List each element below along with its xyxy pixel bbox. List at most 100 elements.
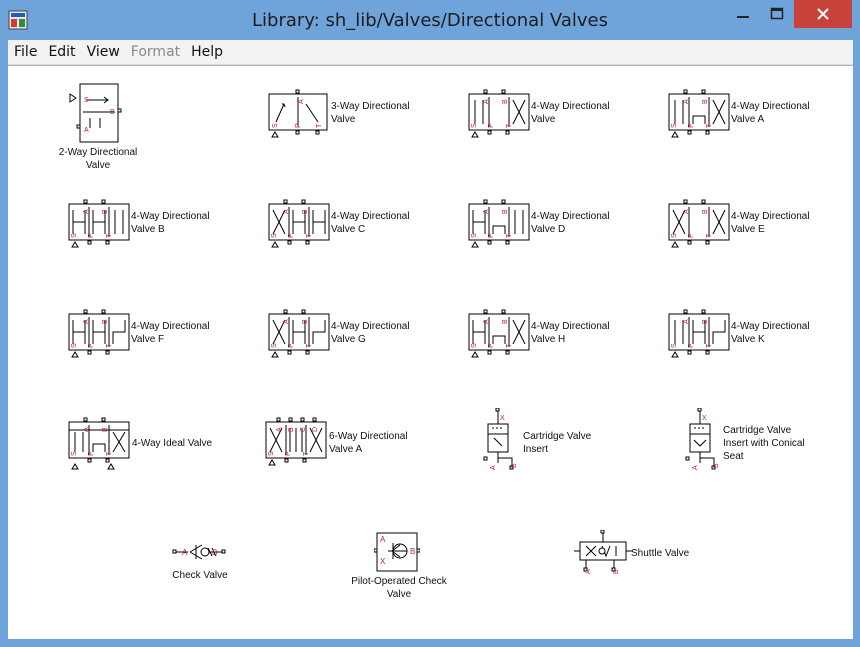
block-6-way-directional-valve-a[interactable]: S A B C D P T — [263, 416, 329, 474]
port-s-label: S — [272, 123, 279, 128]
port-b-label: B — [410, 547, 415, 556]
block-4-way-directional-valve-c[interactable]: S A B P T — [266, 198, 332, 252]
port-t-label: T — [306, 343, 313, 348]
port-b-label: B — [511, 463, 518, 468]
port-x-label: X — [380, 557, 386, 566]
menu-edit[interactable]: Edit — [43, 44, 80, 60]
block-label: Check Valve — [172, 570, 228, 581]
menu-view[interactable]: View — [82, 44, 125, 60]
block-label: Cartridge Valve Insert — [523, 431, 592, 455]
port-a-label: A — [380, 535, 386, 544]
block-label: 4-Way Directional Valve C — [331, 211, 410, 235]
block-cartridge-valve-insert-with-conical-seat[interactable]: X A B — [678, 408, 724, 470]
maximize-button[interactable] — [760, 0, 794, 28]
menu-bar: File Edit View Format Help — [8, 40, 853, 65]
port-b-label: B — [702, 99, 709, 104]
minimize-icon — [737, 16, 749, 18]
port-b-label: B — [702, 319, 709, 324]
library-canvas[interactable]: S A B 2-Way Directional Valve S A P T 3-… — [8, 65, 853, 639]
port-t-label: T — [306, 233, 313, 238]
port-a-label: A — [483, 319, 490, 324]
port-p-label: P — [688, 123, 695, 128]
port-s-label: S — [271, 343, 278, 348]
port-s-label: S — [671, 123, 678, 128]
port-b-label: B — [302, 209, 309, 214]
port-b-label: B — [288, 427, 295, 432]
port-s-label: S — [271, 233, 278, 238]
block-4-way-directional-valve-e[interactable]: S A B P T — [666, 198, 732, 252]
port-b-label: B — [302, 319, 309, 324]
menu-format: Format — [130, 44, 181, 60]
block-4-way-directional-valve[interactable]: S A B P T — [466, 88, 532, 142]
port-t-label: T — [706, 123, 713, 128]
port-a-label: A — [83, 319, 90, 324]
port-a-label: A — [283, 209, 290, 214]
port-a-label: A — [683, 319, 690, 324]
port-s-label: S — [471, 343, 478, 348]
block-label: 4-Way Directional Valve B — [131, 211, 210, 235]
port-s-label: S — [71, 233, 78, 238]
port-s-label: S — [268, 451, 275, 456]
port-s-label: S — [71, 451, 78, 456]
port-a-label: A — [683, 99, 690, 104]
port-b-label: B — [102, 209, 109, 214]
block-4-way-directional-valve-h[interactable]: S A B P T — [466, 308, 532, 362]
block-4-way-directional-valve-a[interactable]: S A B P T — [666, 88, 732, 142]
port-p-label: P — [88, 343, 95, 348]
port-a-label: A — [83, 427, 90, 432]
port-a-label: A — [283, 319, 290, 324]
port-p-label: P — [288, 343, 295, 348]
close-button[interactable] — [794, 0, 852, 28]
port-t-label: T — [506, 233, 513, 238]
port-t-label: T — [106, 451, 113, 456]
block-label: 4-Way Directional Valve E — [731, 211, 810, 235]
block-4-way-directional-valve-f[interactable]: S A B P T — [66, 308, 132, 362]
port-p-label: P — [288, 233, 295, 238]
block-cartridge-valve-insert[interactable]: X A B — [476, 408, 522, 470]
port-a-label: A — [483, 209, 490, 214]
block-label: 4-Way Directional Valve G — [331, 321, 410, 345]
block-2-way-directional-valve[interactable]: S A B — [68, 82, 130, 146]
port-b-label: B — [212, 548, 217, 557]
port-a-label: A — [298, 99, 305, 104]
block-label: Shuttle Valve — [631, 548, 690, 559]
port-b-label: B — [702, 209, 709, 214]
port-t-label: T — [506, 123, 513, 128]
port-a-label: A — [490, 465, 497, 470]
block-pilot-operated-check-valve[interactable]: A B X — [374, 531, 420, 575]
block-4-way-directional-valve-b[interactable]: S A B P T — [66, 198, 132, 252]
block-label: 4-Way Directional Valve D — [531, 211, 610, 235]
block-3-way-directional-valve[interactable]: S A P T — [266, 88, 330, 142]
block-label: 3-Way Directional Valve — [331, 101, 410, 125]
port-c-label: C — [300, 427, 307, 432]
block-4-way-directional-valve-d[interactable]: S A B P T — [466, 198, 532, 252]
port-x-label: X — [702, 415, 707, 422]
block-label: 4-Way Directional Valve H — [531, 321, 610, 345]
block-4-way-ideal-valve[interactable]: S A B P T — [66, 416, 132, 474]
block-label: Cartridge Valve Insert with Conical Seat — [723, 425, 805, 462]
maximize-icon — [770, 7, 784, 20]
port-a-label: A — [83, 209, 90, 214]
port-a-label: A — [683, 209, 690, 214]
block-label: 4-Way Directional Valve A — [731, 101, 810, 125]
port-a-label: A — [483, 99, 490, 104]
port-b-label: B — [110, 109, 115, 116]
port-b-label: B — [502, 319, 509, 324]
minimize-button[interactable] — [726, 0, 760, 28]
block-shuttle-valve[interactable]: A B — [572, 530, 634, 578]
menu-help[interactable]: Help — [186, 44, 228, 60]
port-s-label: S — [671, 343, 678, 348]
title-bar[interactable]: Library: sh_lib/Valves/Directional Valve… — [0, 0, 860, 40]
port-b-label: B — [102, 319, 109, 324]
menu-file[interactable]: File — [9, 44, 42, 60]
port-b-label: B — [502, 99, 509, 104]
block-4-way-directional-valve-g[interactable]: S A B P T — [266, 308, 332, 362]
block-check-valve[interactable]: A B — [172, 541, 228, 563]
port-t-label: T — [316, 123, 323, 128]
port-p-label: P — [488, 123, 495, 128]
port-t-label: T — [106, 343, 113, 348]
port-b-label: B — [613, 569, 620, 574]
block-4-way-directional-valve-k[interactable]: S A B P T — [666, 308, 732, 362]
port-b-label: B — [102, 427, 109, 432]
block-label: Pilot-Operated Check Valve — [351, 576, 447, 600]
